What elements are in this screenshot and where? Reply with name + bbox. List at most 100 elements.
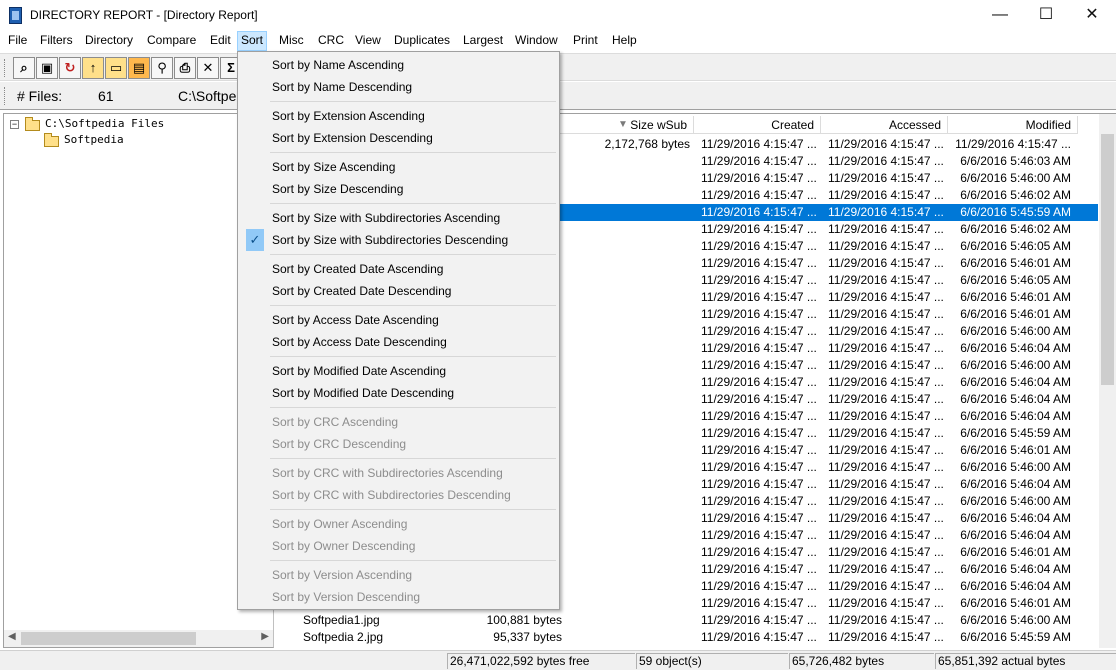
search-icon[interactable]: ⚲ xyxy=(151,57,173,79)
sort-menu-item[interactable]: Sort by Name Descending xyxy=(238,76,559,98)
scroll-left-icon[interactable]: ◀ xyxy=(8,631,16,642)
menu-file[interactable]: File xyxy=(5,31,30,51)
sort-menu-item-label: Sort by Created Date Descending xyxy=(272,284,452,298)
sort-menu-item[interactable]: Sort by Size Descending xyxy=(238,178,559,200)
sort-menu-item[interactable]: Sort by Access Date Descending xyxy=(238,331,559,353)
menu-crc[interactable]: CRC xyxy=(315,31,347,51)
cell-created: 11/29/2016 4:15:47 ... xyxy=(701,324,817,338)
column-modified[interactable]: Modified xyxy=(948,116,1078,134)
refresh-icon[interactable]: ↻ xyxy=(59,57,81,79)
menu-filters[interactable]: Filters xyxy=(37,31,76,51)
menu-misc[interactable]: Misc xyxy=(276,31,307,51)
sort-menu-item[interactable]: Sort by Name Ascending xyxy=(238,54,559,76)
tree-node-softpedia[interactable]: Softpedia xyxy=(64,133,124,146)
list-scroll-thumb[interactable] xyxy=(1101,134,1114,385)
cell-created: 11/29/2016 4:15:47 ... xyxy=(701,562,817,576)
maximize-button[interactable]: ☐ xyxy=(1023,0,1069,31)
infobar-grip[interactable] xyxy=(4,87,7,105)
sort-menu-item-label: Sort by Size with Subdirectories Descend… xyxy=(272,233,509,247)
sort-menu-item-label: Sort by Size Descending xyxy=(272,182,404,196)
sort-menu-item[interactable]: Sort by Extension Descending xyxy=(238,127,559,149)
menu-duplicates[interactable]: Duplicates xyxy=(391,31,453,51)
delete-icon[interactable]: ✕ xyxy=(197,57,219,79)
cell-accessed: 11/29/2016 4:15:47 ... xyxy=(828,273,944,287)
cell-modified: 11/29/2016 4:15:47 ... xyxy=(955,137,1071,151)
menu-compare[interactable]: Compare xyxy=(144,31,199,51)
sort-menu-item[interactable]: Sort by Extension Ascending xyxy=(238,105,559,127)
cell-created: 11/29/2016 4:15:47 ... xyxy=(701,358,817,372)
app-icon[interactable] xyxy=(9,7,22,24)
sort-menu-item[interactable]: Sort by Size with Subdirectories Ascendi… xyxy=(238,207,559,229)
cell-modified: 6/6/2016 5:46:01 AM xyxy=(960,290,1071,304)
checkmark-icon: ✓ xyxy=(246,229,264,251)
sort-menu-item[interactable]: ✓ Sort by Size with Subdirectories Descen… xyxy=(238,229,559,251)
toolbar-grip[interactable] xyxy=(4,59,7,77)
status-free-space: 26,471,022,592 bytes free xyxy=(447,653,635,669)
menu-view[interactable]: View xyxy=(352,31,384,51)
sort-menu-item[interactable]: Sort by Modified Date Ascending xyxy=(238,360,559,382)
menu-sort[interactable]: Sort xyxy=(237,31,268,51)
menu-separator xyxy=(270,560,556,561)
table-row[interactable]: Softpedia1.jpg 100,881 bytes 11/29/2016 4:… xyxy=(278,612,1098,629)
menu-separator xyxy=(270,407,556,408)
cell-accessed: 11/29/2016 4:15:47 ... xyxy=(828,426,944,440)
menu-directory[interactable]: Directory xyxy=(82,31,136,51)
close-button[interactable]: ✕ xyxy=(1069,0,1115,31)
sort-menu-item-label: Sort by Owner Descending xyxy=(272,539,416,553)
cell-accessed: 11/29/2016 4:15:47 ... xyxy=(828,579,944,593)
cell-accessed: 11/29/2016 4:15:47 ... xyxy=(828,239,944,253)
menu-edit[interactable]: Edit xyxy=(207,31,234,51)
cell-accessed: 11/29/2016 4:15:47 ... xyxy=(828,358,944,372)
cell-accessed: 11/29/2016 4:15:47 ... xyxy=(828,375,944,389)
sort-menu-item-label: Sort by CRC with Subdirectories Descendi… xyxy=(272,488,511,502)
tree-node-root[interactable]: C:\Softpedia Files xyxy=(45,117,164,130)
minimize-button[interactable]: — xyxy=(977,0,1023,31)
cell-size: 100,881 bytes xyxy=(486,613,562,627)
tree-horizontal-scrollbar[interactable]: ◀ ▶ xyxy=(4,630,273,647)
sort-menu-item[interactable]: Sort by Modified Date Descending xyxy=(238,382,559,404)
sort-menu-item-label: Sort by Size Ascending xyxy=(272,160,396,174)
cell-accessed: 11/29/2016 4:15:47 ... xyxy=(828,528,944,542)
save-icon[interactable]: ▣ xyxy=(36,57,58,79)
cell-created: 11/29/2016 4:15:47 ... xyxy=(701,613,817,627)
column-size-wsub[interactable]: ▼ Size wSub xyxy=(560,116,694,134)
cell-accessed: 11/29/2016 4:15:47 ... xyxy=(828,630,944,644)
tree-scroll-thumb[interactable] xyxy=(21,632,196,645)
open-folder-icon[interactable]: ▭ xyxy=(105,57,127,79)
list-vertical-scrollbar[interactable] xyxy=(1099,114,1116,648)
print-icon[interactable]: ⎙ xyxy=(174,57,196,79)
cell-modified: 6/6/2016 5:46:02 AM xyxy=(960,188,1071,202)
table-row[interactable]: Softpedia 2.jpg 95,337 bytes 11/29/2016 4:… xyxy=(278,629,1098,646)
cell-modified: 6/6/2016 5:46:04 AM xyxy=(960,579,1071,593)
sort-menu-item-label: Sort by Owner Ascending xyxy=(272,517,408,531)
cell-created: 11/29/2016 4:15:47 ... xyxy=(701,511,817,525)
menu-window[interactable]: Window xyxy=(512,31,561,51)
folder-color-icon[interactable]: ▤ xyxy=(128,57,150,79)
cell-accessed: 11/29/2016 4:15:47 ... xyxy=(828,188,944,202)
cell-modified: 6/6/2016 5:46:01 AM xyxy=(960,545,1071,559)
sort-menu-item[interactable]: Sort by Size Ascending xyxy=(238,156,559,178)
cell-created: 11/29/2016 4:15:47 ... xyxy=(701,256,817,270)
column-created[interactable]: Created xyxy=(694,116,821,134)
folder-icon xyxy=(44,133,59,147)
folder-tree[interactable]: − C:\Softpedia Files Softpedia ◀ ▶ xyxy=(3,113,274,648)
status-object-count: 59 object(s) xyxy=(636,653,788,669)
sort-menu-item[interactable]: Sort by Created Date Descending xyxy=(238,280,559,302)
menu-print[interactable]: Print xyxy=(570,31,601,51)
column-accessed[interactable]: Accessed xyxy=(821,116,948,134)
sort-menu-item-label: Sort by Modified Date Ascending xyxy=(272,364,447,378)
sort-menu-item[interactable]: Sort by Access Date Ascending xyxy=(238,309,559,331)
files-label: # Files: xyxy=(17,88,63,104)
menu-separator xyxy=(270,254,556,255)
up-folder-icon[interactable]: ↑ xyxy=(82,57,104,79)
sort-menu-item[interactable]: Sort by Created Date Ascending xyxy=(238,258,559,280)
collapse-icon[interactable]: − xyxy=(10,120,19,129)
binoculars-icon[interactable]: ⌕ xyxy=(13,57,35,79)
cell-modified: 6/6/2016 5:46:03 AM xyxy=(960,154,1071,168)
scroll-right-icon[interactable]: ▶ xyxy=(261,631,269,642)
cell-accessed: 11/29/2016 4:15:47 ... xyxy=(828,307,944,321)
cell-created: 11/29/2016 4:15:47 ... xyxy=(701,630,817,644)
menu-largest[interactable]: Largest xyxy=(460,31,506,51)
menu-help[interactable]: Help xyxy=(609,31,640,51)
cell-created: 11/29/2016 4:15:47 ... xyxy=(701,188,817,202)
